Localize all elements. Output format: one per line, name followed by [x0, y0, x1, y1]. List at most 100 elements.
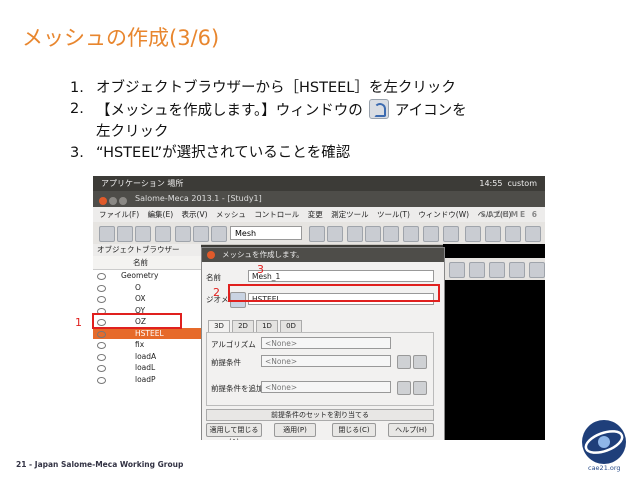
node-icon[interactable]	[423, 226, 439, 242]
step-3: 3. “HSTEEL”が選択されていることを確認	[70, 143, 630, 164]
visibility-eye-icon[interactable]	[97, 284, 106, 292]
minimize-icon[interactable]	[109, 197, 117, 205]
menu-control[interactable]: コントロール	[254, 210, 299, 219]
algorithm-select[interactable]: <None>	[261, 337, 391, 349]
geometry-select-icon	[368, 99, 389, 119]
visibility-eye-icon[interactable]	[97, 376, 106, 384]
system-topbar: アプリケーション 場所 14:55 custom	[93, 176, 545, 191]
paste-icon[interactable]	[193, 226, 209, 242]
dialog-title: メッシュを作成します。	[222, 250, 304, 259]
object-browser: オブジェクトブラウザー 名前 Geometry O OX OY OZ HSTEEL fix l…	[93, 244, 201, 440]
more-view-icon[interactable]	[529, 262, 545, 278]
visibility-eye-icon[interactable]	[97, 296, 106, 303]
rotate-icon[interactable]	[469, 262, 485, 278]
tree-item-label: loadP	[135, 374, 156, 384]
tree-item[interactable]: OX	[93, 293, 201, 305]
tree-item[interactable]: loadP	[93, 374, 201, 386]
add-hypothesis-select[interactable]: <None>	[261, 381, 391, 393]
visibility-eye-icon[interactable]	[97, 330, 106, 338]
instruction-list: 1. オブジェクトブラウザーから［HSTEEL］を左クリック 2. 【メッシュを…	[70, 78, 630, 164]
help-button[interactable]: ヘルプ(H)	[388, 423, 434, 437]
dialog-close-icon[interactable]	[207, 251, 215, 259]
more-icon[interactable]	[525, 226, 541, 242]
menu-window[interactable]: ウィンドウ(W)	[418, 210, 469, 219]
visibility-eye-icon[interactable]	[97, 342, 106, 349]
apply-and-close-button[interactable]: 適用して閉じる(A)	[206, 423, 262, 440]
close-icon[interactable]	[99, 197, 107, 205]
submesh-icon[interactable]	[365, 226, 381, 242]
apply-button[interactable]: 適用(P)	[274, 423, 316, 437]
close-button[interactable]: 閉じる(C)	[332, 423, 376, 437]
tree-item-label: loadA	[135, 351, 157, 361]
save-icon[interactable]	[135, 226, 151, 242]
remove-icon[interactable]	[505, 226, 521, 242]
create-mesh-dialog: メッシュを作成します。 名前 Mesh_1 ジオメトリ HSTEEL 3D 2D 1…	[201, 247, 445, 440]
callout-label-2: 2	[213, 286, 220, 299]
geometry-module-icon[interactable]	[309, 226, 325, 242]
fit-icon[interactable]	[509, 262, 525, 278]
view-icon[interactable]	[449, 262, 465, 278]
tree-item[interactable]: Geometry	[93, 270, 201, 282]
applications-menu[interactable]: アプリケーション 場所	[101, 176, 183, 191]
mesh-name-field[interactable]: Mesh_1	[248, 270, 434, 282]
object-browser-header: 名前	[93, 256, 201, 270]
zoom-icon[interactable]	[489, 262, 505, 278]
menu-edit[interactable]: 編集(E)	[148, 210, 174, 219]
tree-item[interactable]: HSTEEL	[93, 327, 201, 339]
menu-mesh[interactable]: メッシュ	[216, 210, 246, 219]
step-text-line2: 左クリック	[96, 124, 169, 140]
slide-title: メッシュの作成(3/6)	[22, 26, 220, 50]
maximize-icon[interactable]	[119, 197, 127, 205]
module-selector[interactable]: Mesh	[230, 226, 302, 240]
new-hypothesis-icon[interactable]	[413, 355, 427, 369]
callout-box-1	[92, 313, 182, 329]
tree-item-label: O	[135, 282, 141, 292]
tree-item[interactable]: fix	[93, 339, 201, 351]
tree-item[interactable]: O	[93, 282, 201, 294]
study-icon[interactable]	[211, 226, 227, 242]
visibility-eye-icon[interactable]	[97, 353, 106, 361]
assign-hypothesis-set-button[interactable]: 前提条件のセットを割り当てる	[206, 409, 434, 421]
window-title: Salome-Meca 2013.1 - [Study1]	[135, 194, 262, 203]
mesh-module-icon[interactable]	[327, 226, 343, 242]
cae21-logo	[582, 420, 626, 464]
add-hypothesis-label: 前提条件を追加	[211, 384, 264, 393]
tree-item[interactable]: loadA	[93, 351, 201, 363]
visibility-eye-icon[interactable]	[97, 273, 106, 280]
edit-hypothesis-icon[interactable]	[397, 355, 411, 369]
user-name[interactable]: custom	[508, 179, 537, 188]
new-icon[interactable]	[99, 226, 115, 242]
hypothesis-select[interactable]: <None>	[261, 355, 391, 367]
delete-icon[interactable]	[155, 226, 171, 242]
create-mesh-icon[interactable]	[347, 226, 363, 242]
menu-view[interactable]: 表示(V)	[182, 210, 208, 219]
volume-icon[interactable]	[485, 226, 501, 242]
step-number: 3.	[70, 145, 84, 161]
step-1: 1. オブジェクトブラウザーから［HSTEEL］を左クリック	[70, 78, 630, 99]
tree-item-label: loadL	[135, 363, 156, 372]
logo-text: cae21.org	[588, 464, 621, 472]
column-name: 名前	[133, 258, 148, 267]
menu-modify[interactable]: 変更	[308, 210, 323, 219]
tree-item-label: OX	[135, 294, 146, 303]
new-add-hypothesis-icon[interactable]	[413, 381, 427, 395]
face-icon[interactable]	[465, 226, 481, 242]
open-icon[interactable]	[117, 226, 133, 242]
copy-icon[interactable]	[175, 226, 191, 242]
step-text: 【メッシュを作成します。】ウィンドウの	[96, 103, 363, 119]
visibility-eye-icon[interactable]	[97, 365, 106, 372]
edge-icon[interactable]	[443, 226, 459, 242]
menu-measure[interactable]: 測定ツール	[331, 210, 369, 219]
tree-item-label: HSTEEL	[135, 328, 164, 338]
hypothesis-label: 前提条件	[211, 358, 241, 367]
menu-tools[interactable]: ツール(T)	[377, 210, 410, 219]
step-text: “HSTEEL”が選択されていることを確認	[96, 145, 351, 161]
compute-icon[interactable]	[383, 226, 399, 242]
menu-file[interactable]: ファイル(F)	[99, 210, 139, 219]
edit-add-hypothesis-icon[interactable]	[397, 381, 411, 395]
viewer-toolbar	[443, 258, 545, 280]
name-label: 名前	[206, 273, 221, 282]
tree-item[interactable]: loadL	[93, 362, 201, 374]
filter-icon[interactable]	[403, 226, 419, 242]
salome-logo: SALOME 6	[480, 210, 539, 219]
